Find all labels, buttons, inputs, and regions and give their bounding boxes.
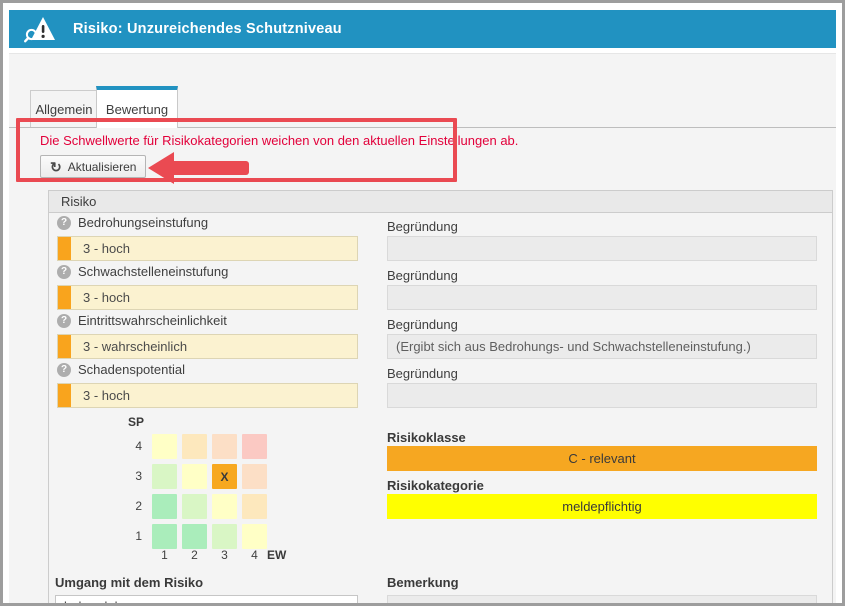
aktualisieren-button-label: Aktualisieren (68, 160, 137, 174)
bedrohungseinstufung-label-row: ? Bedrohungseinstufung (57, 215, 208, 230)
begruendung-input[interactable] (387, 236, 817, 261)
tab-bewertung[interactable]: Bewertung (96, 86, 178, 128)
severity-stripe (58, 335, 71, 358)
begruendung-label: Begründung (387, 268, 458, 283)
title-bar: Risiko: Unzureichendes Schutzniveau (9, 10, 836, 48)
matrix-col-label: 3 (212, 548, 237, 562)
matrix-cell[interactable] (182, 434, 207, 459)
schwachstelleneinstufung-label-row: ? Schwachstelleneinstufung (57, 264, 228, 279)
matrix-x-axis-label: EW (267, 548, 286, 562)
risikokategorie-value-bar: meldepflichtig (387, 494, 817, 519)
help-icon[interactable]: ? (57, 363, 71, 377)
threshold-warning-text: Die Schwellwerte für Risikokategorien we… (40, 133, 518, 148)
risiko-section-title: Risiko (48, 190, 833, 213)
begruendung-label: Begründung (387, 366, 458, 381)
eintrittswahrscheinlichkeit-label-row: ? Eintrittswahrscheinlichkeit (57, 313, 227, 328)
schadenspotential-select[interactable]: 3 - hoch (57, 383, 358, 408)
begruendung-input[interactable] (387, 285, 817, 310)
header-divider (9, 53, 836, 54)
schwachstelleneinstufung-select[interactable]: 3 - hoch (57, 285, 358, 310)
matrix-cell[interactable] (152, 464, 177, 489)
bedrohungseinstufung-select[interactable]: 3 - hoch (57, 236, 358, 261)
tab-allgemein[interactable]: Allgemein (30, 90, 97, 128)
matrix-cell[interactable] (242, 494, 267, 519)
begruendung-readonly: (Ergibt sich aus Bedrohungs- und Schwach… (387, 334, 817, 359)
umgang-mit-dem-risiko-label: Umgang mit dem Risiko (55, 575, 203, 590)
risk-matrix: X (152, 434, 267, 549)
severity-stripe (58, 286, 71, 309)
matrix-cell[interactable] (212, 494, 237, 519)
refresh-icon: ↻ (50, 160, 62, 174)
matrix-y-axis-label: SP (128, 415, 144, 429)
annotation-arrow-icon (148, 152, 174, 184)
matrix-cell[interactable] (152, 434, 177, 459)
risikokategorie-label: Risikokategorie (387, 478, 484, 493)
bedrohungseinstufung-label: Bedrohungseinstufung (78, 215, 208, 230)
eintrittswahrscheinlichkeit-label: Eintrittswahrscheinlichkeit (78, 313, 227, 328)
matrix-row-label: 2 (128, 499, 142, 513)
help-icon[interactable]: ? (57, 265, 71, 279)
page-title: Risiko: Unzureichendes Schutzniveau (73, 21, 342, 37)
begruendung-label: Begründung (387, 317, 458, 332)
bemerkung-label: Bemerkung (387, 575, 459, 590)
begruendung-label: Begründung (387, 219, 458, 234)
matrix-cell[interactable] (152, 524, 177, 549)
annotation-arrow-tail (173, 161, 249, 175)
severity-stripe (58, 384, 71, 407)
begruendung-input[interactable] (387, 383, 817, 408)
app-window: Risiko: Unzureichendes Schutzniveau Allg… (0, 0, 845, 608)
matrix-cell[interactable] (242, 434, 267, 459)
matrix-cell[interactable] (242, 524, 267, 549)
matrix-col-label: 2 (182, 548, 207, 562)
matrix-col-label: 1 (152, 548, 177, 562)
schwachstelleneinstufung-label: Schwachstelleneinstufung (78, 264, 228, 279)
matrix-cell[interactable] (182, 494, 207, 519)
matrix-col-label: 4 (242, 548, 267, 562)
matrix-cell-selected[interactable]: X (212, 464, 237, 489)
matrix-row-label: 1 (128, 529, 142, 543)
matrix-cell[interactable] (242, 464, 267, 489)
matrix-row-label: 4 (128, 439, 142, 453)
risikoklasse-label: Risikoklasse (387, 430, 466, 445)
matrix-row-label: 3 (128, 469, 142, 483)
schadenspotential-label-row: ? Schadenspotential (57, 362, 185, 377)
matrix-cell[interactable] (182, 464, 207, 489)
matrix-cell[interactable] (212, 524, 237, 549)
risikoklasse-value-bar: C - relevant (387, 446, 817, 471)
aktualisieren-button[interactable]: ↻ Aktualisieren (40, 155, 146, 178)
matrix-cell[interactable] (182, 524, 207, 549)
risk-warning-search-icon (23, 14, 59, 44)
matrix-cell[interactable] (212, 434, 237, 459)
schadenspotential-label: Schadenspotential (78, 362, 185, 377)
help-icon[interactable]: ? (57, 216, 71, 230)
matrix-cell[interactable] (152, 494, 177, 519)
severity-stripe (58, 237, 71, 260)
help-icon[interactable]: ? (57, 314, 71, 328)
eintrittswahrscheinlichkeit-select[interactable]: 3 - wahrscheinlich (57, 334, 358, 359)
